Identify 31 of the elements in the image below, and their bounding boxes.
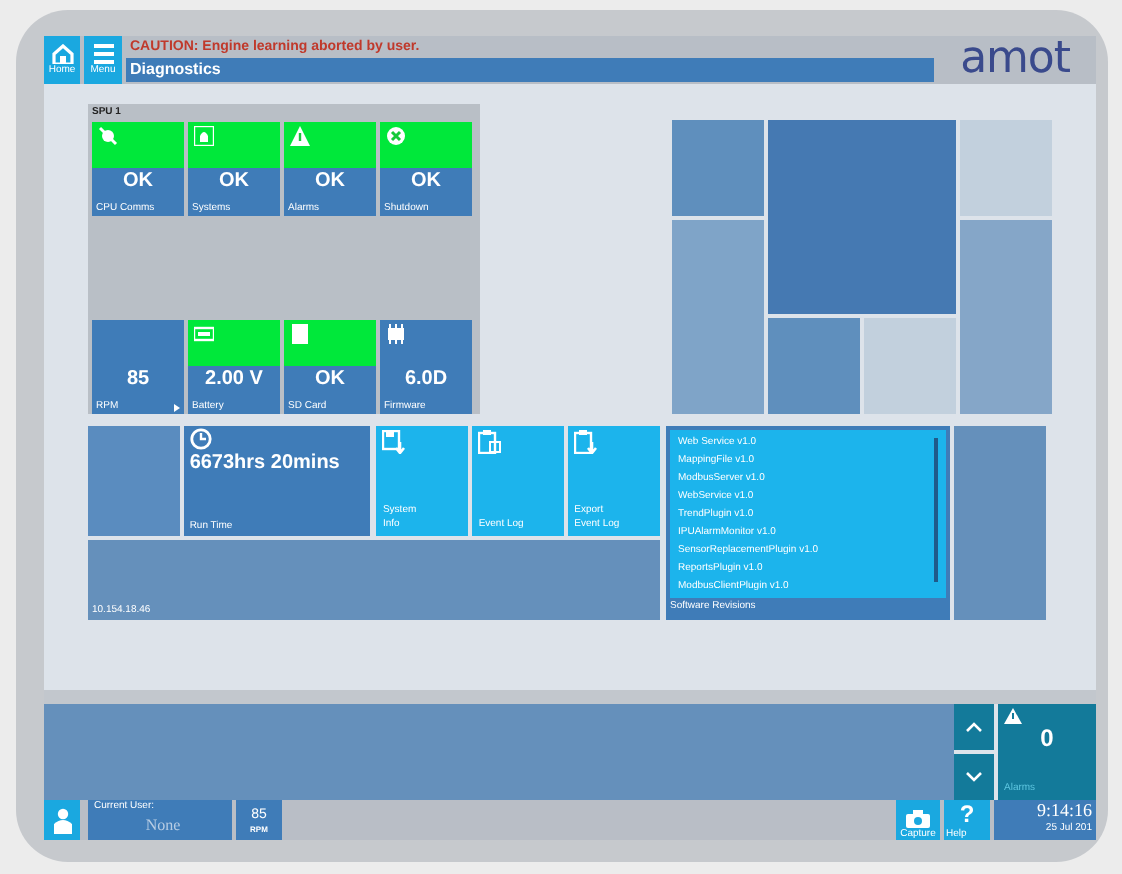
home-icon [51,44,73,64]
mosaic-tile [960,120,1052,216]
scroll-up-button[interactable] [954,704,994,750]
chevron-down-icon [966,772,982,782]
mosaic-tile [672,120,764,216]
camera-icon [906,810,930,828]
user-button[interactable] [44,800,80,840]
warning-icon [290,126,310,146]
warning-icon [1004,708,1022,724]
mosaic-tile [768,318,860,414]
clock-icon [189,428,212,450]
battery-icon [194,324,214,344]
card-icon [290,324,310,344]
run-time-value: 6673hrs 20mins [189,450,342,476]
blank-tile [88,426,180,536]
caret-icon [174,404,180,412]
person-icon [53,807,71,833]
bell-icon [194,126,214,146]
page-title: Diagnostics [126,58,934,82]
clock-time: 9:14:16 [1036,800,1092,822]
mosaic-tile [864,318,956,414]
amot-logo: amot [958,36,1072,84]
scrollbar[interactable] [934,438,938,582]
clipboard-icon [478,430,503,454]
scroll-down-button[interactable] [954,754,994,800]
save-icon [382,430,407,454]
cross-circle-icon [386,126,406,146]
chevron-up-icon [966,722,982,732]
clipboard-icon [574,430,599,454]
chip-icon [386,324,406,344]
menu-icon [93,44,113,64]
